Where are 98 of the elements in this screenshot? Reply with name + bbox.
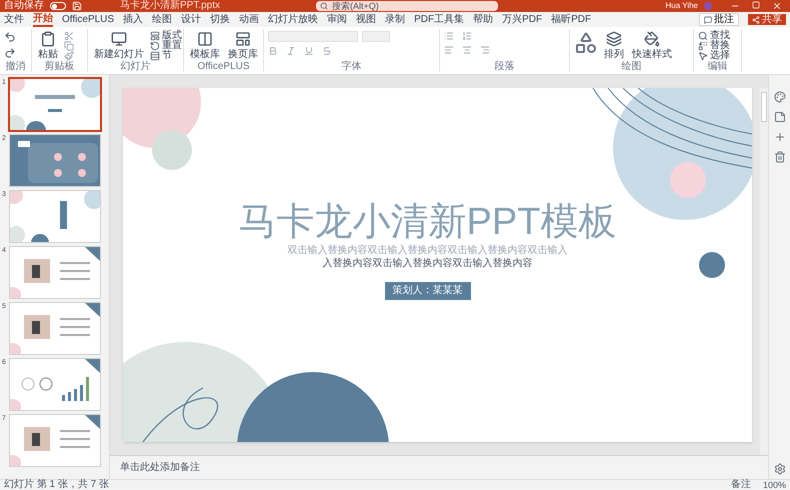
vertical-scrollbar[interactable]: [760, 88, 768, 455]
font-size-field[interactable]: [362, 31, 390, 42]
slide-thumbnail[interactable]: [10, 247, 100, 298]
menu-tab[interactable]: 录制: [385, 14, 406, 26]
menu-tab[interactable]: 插入: [123, 14, 144, 26]
slide-subtitle: 双击输入替换内容双击输入替换内容双击输入替换内容双击输入: [288, 244, 568, 257]
menu-tab[interactable]: 帮助: [473, 14, 494, 26]
undo-icon[interactable]: [4, 31, 16, 43]
menu-tab[interactable]: 福昕PDF: [551, 14, 592, 26]
menu-tab[interactable]: 幻灯片放映: [268, 14, 318, 26]
menu-tab[interactable]: PDF工具集: [414, 14, 464, 26]
template-library-button[interactable]: 模板库: [188, 31, 222, 60]
designer-icon[interactable]: [774, 91, 786, 103]
menu-tab[interactable]: 设计: [181, 14, 202, 26]
template-library-icon[interactable]: [197, 31, 213, 47]
zoom-level: 100%: [762, 480, 786, 490]
slide-thumbnail[interactable]: [10, 79, 100, 130]
arrange-button[interactable]: 排列: [602, 31, 626, 60]
select-icon[interactable]: [698, 51, 708, 61]
slide-title: 马卡龙小清新PPT模板: [238, 200, 616, 244]
find-icon[interactable]: [698, 31, 708, 41]
section-icon[interactable]: [150, 51, 160, 61]
replace-button[interactable]: 替换: [698, 41, 730, 51]
slide-thumbnail[interactable]: [10, 359, 100, 410]
new-slide-button[interactable]: 新建幻灯片: [92, 31, 146, 60]
close-icon[interactable]: [772, 1, 782, 11]
numbering-icon[interactable]: [462, 31, 472, 41]
arrange-icon[interactable]: [606, 31, 622, 47]
layout-button[interactable]: 版式: [150, 31, 182, 41]
ribbon-group-label: 段落: [494, 61, 516, 72]
page-library-icon[interactable]: [235, 31, 251, 47]
share-icon[interactable]: [752, 16, 760, 24]
slide-counter: 幻灯片 第 1 张，共 7 张: [4, 480, 110, 490]
replace-icon[interactable]: [698, 41, 708, 51]
slide-thumbnail[interactable]: [10, 303, 100, 354]
reset-icon[interactable]: [150, 41, 160, 51]
cut-icon[interactable]: [64, 31, 74, 41]
slide-thumbnail[interactable]: [10, 135, 100, 186]
redo-icon[interactable]: [4, 47, 16, 59]
presenter-label: 策划人：某某某: [384, 282, 470, 300]
underline-icon[interactable]: [304, 46, 314, 56]
notes-button[interactable]: 备注: [730, 480, 751, 490]
menu-tab[interactable]: 动画: [239, 14, 260, 26]
slide[interactable]: 马卡龙小清新PPT模板 双击输入替换内容双击输入替换内容双击输入替换内容双击输入 入替换内容双击输入替换内容双击输入替换内容 策划人：某某某: [123, 88, 752, 442]
menu-tab[interactable]: 切换: [210, 14, 230, 26]
notes-placeholder[interactable]: 单击此处添加备注: [120, 462, 200, 473]
bullets-icon[interactable]: [444, 31, 454, 41]
quick-styles-icon[interactable]: [644, 31, 660, 47]
ribbon-group-label: 幻灯片: [120, 61, 152, 72]
trash-icon[interactable]: [774, 151, 786, 163]
menu-tab[interactable]: 绘图: [152, 14, 172, 26]
select-button[interactable]: 选择: [698, 51, 730, 61]
save-icon[interactable]: [72, 1, 82, 11]
slide-thumbnail[interactable]: [10, 191, 100, 242]
align-left-icon[interactable]: [444, 45, 454, 55]
menu-tab[interactable]: 文件: [4, 14, 24, 26]
new-slide-icon[interactable]: [111, 31, 127, 47]
find-button[interactable]: 查找: [698, 31, 730, 41]
strikethrough-icon[interactable]: [322, 46, 332, 56]
comment-icon[interactable]: [704, 16, 712, 24]
format-painter-icon[interactable]: [64, 51, 74, 61]
ribbon-group-label: 撤消: [4, 61, 26, 72]
ribbon-group-label: 剪贴板: [44, 61, 76, 72]
search-field[interactable]: 搜索(Alt+Q): [316, 1, 498, 11]
autosave-toggle[interactable]: [50, 2, 66, 10]
restore-icon[interactable]: [752, 1, 760, 9]
user-name: Hua Yihe: [666, 2, 698, 10]
copy-icon[interactable]: [64, 41, 74, 51]
align-right-icon[interactable]: [480, 45, 490, 55]
align-center-icon[interactable]: [462, 45, 472, 55]
quick-styles-button[interactable]: 快速样式: [630, 31, 674, 60]
ribbon-group-label: 编辑: [706, 61, 728, 72]
shapes-icon[interactable]: [574, 31, 598, 55]
section-button[interactable]: 节: [150, 51, 182, 61]
bold-icon[interactable]: [268, 46, 278, 56]
menu-tab[interactable]: 审阅: [327, 14, 348, 26]
autosave-label: 自动保存: [4, 1, 44, 11]
ribbon-group-label: OfficePLUS: [196, 61, 251, 72]
ribbon-group-label: 字体: [340, 61, 362, 72]
italic-icon[interactable]: [286, 46, 296, 56]
slide-subtitle: 入替换内容双击输入替换内容双击输入替换内容: [322, 257, 532, 270]
paste-icon[interactable]: [40, 31, 56, 47]
comments-button[interactable]: 批注: [699, 13, 739, 26]
layout-icon[interactable]: [150, 31, 160, 41]
paste-button[interactable]: 粘贴: [36, 31, 60, 60]
slide-thumbnail[interactable]: [10, 415, 100, 466]
notes-icon[interactable]: [774, 111, 786, 123]
share-button[interactable]: 共享: [748, 14, 786, 25]
ribbon-group-label: 绘图: [620, 61, 642, 72]
menu-tab[interactable]: 视图: [356, 14, 376, 26]
font-name-field[interactable]: [268, 31, 358, 42]
settings-icon[interactable]: [774, 463, 786, 475]
menu-tab[interactable]: 万兴PDF: [502, 14, 542, 26]
page-library-button[interactable]: 换页库: [226, 31, 260, 60]
reset-button[interactable]: 重置: [150, 41, 182, 51]
add-icon[interactable]: [774, 131, 786, 143]
menu-tab[interactable]: OfficePLUS: [62, 14, 114, 26]
search-icon[interactable]: [320, 2, 328, 10]
